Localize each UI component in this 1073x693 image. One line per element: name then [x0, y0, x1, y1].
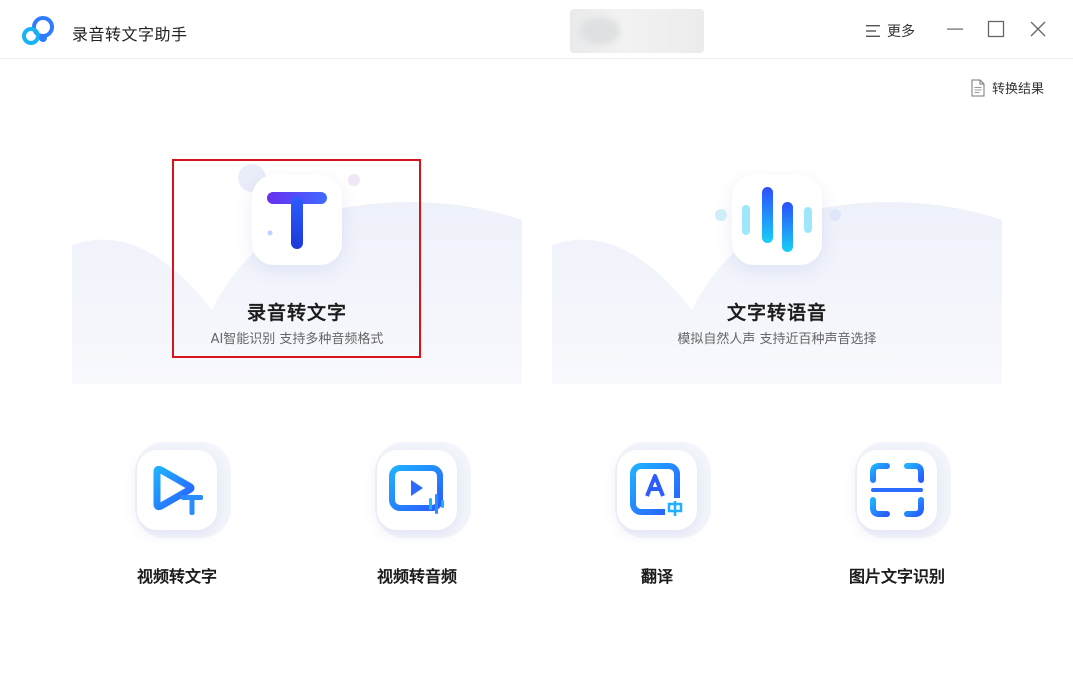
tool-label: 视频转音频 — [376, 567, 457, 586]
translate-icon — [617, 450, 697, 530]
video-audio-icon — [377, 450, 457, 530]
video-to-audio-button[interactable]: 视频转音频 — [337, 442, 497, 590]
card-title: 文字转语音 — [726, 302, 827, 324]
close-icon[interactable] — [1027, 18, 1049, 40]
sound-wave-icon — [732, 175, 822, 265]
app-logo-icon — [22, 16, 54, 45]
card-subtitle: 模拟自然人声 支持近百种声音选择 — [677, 332, 877, 347]
menu-icon — [866, 25, 880, 37]
tool-label: 图片文字识别 — [848, 567, 945, 586]
translate-button[interactable]: 翻译 — [577, 442, 737, 590]
document-icon — [971, 79, 985, 96]
record-to-text-card[interactable]: 录音转文字 AI智能识别 支持多种音频格式 — [72, 150, 522, 384]
title-bar: 录音转文字助手 更多 — [0, 0, 1073, 59]
user-avatar-area[interactable] — [570, 9, 704, 53]
app-title: 录音转文字助手 — [72, 25, 188, 44]
tool-label: 视频转文字 — [136, 567, 217, 586]
tool-label: 翻译 — [640, 567, 673, 586]
more-menu-button[interactable]: 更多 — [865, 20, 915, 42]
conversion-results-button[interactable]: 转换结果 — [970, 78, 1044, 97]
wave-dot-icon — [715, 209, 727, 221]
scan-icon — [857, 450, 937, 530]
video-text-icon — [137, 450, 217, 530]
card-title: 录音转文字 — [246, 302, 347, 324]
more-label: 更多 — [887, 24, 915, 40]
wave-dot-icon — [829, 209, 841, 221]
avatar — [580, 17, 620, 45]
minimize-icon[interactable] — [944, 18, 966, 40]
text-to-speech-card[interactable]: 文字转语音 模拟自然人声 支持近百种声音选择 — [552, 150, 1002, 384]
maximize-icon[interactable] — [985, 18, 1007, 40]
card-subtitle: AI智能识别 支持多种音频格式 — [210, 332, 384, 347]
results-label: 转换结果 — [992, 82, 1045, 97]
text-t-icon — [252, 175, 342, 265]
image-ocr-button[interactable]: 图片文字识别 — [817, 442, 977, 590]
video-to-text-button[interactable]: 视频转文字 — [97, 442, 257, 590]
